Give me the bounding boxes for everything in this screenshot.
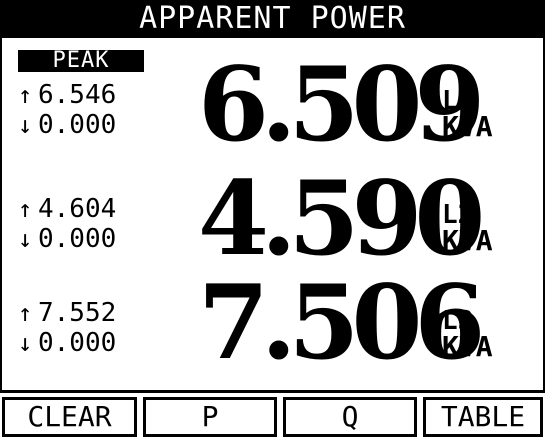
power-meter-screen: APPARENT POWER PEAK ↑ 6.546 ↓ 0.000 6.509 … xyxy=(0,0,545,443)
l1-value: 6.509 xyxy=(198,45,485,165)
arrow-down-icon: ↓ xyxy=(18,111,33,139)
l2-value: 4.590 xyxy=(198,159,485,279)
l1-min-row: ↓ 0.000 xyxy=(18,110,116,140)
l3-min-row: ↓ 0.000 xyxy=(18,328,116,358)
q-button[interactable]: Q xyxy=(283,397,417,437)
l3-unit-label: KVA xyxy=(442,330,493,363)
l1-min-value: 0.000 xyxy=(38,110,117,140)
l1-unit-label: KVA xyxy=(442,110,493,143)
table-button[interactable]: TABLE xyxy=(423,397,543,437)
screen-title: APPARENT POWER xyxy=(0,0,545,38)
l2-unit-label: KVA xyxy=(442,224,493,257)
arrow-up-icon: ↑ xyxy=(18,299,33,327)
arrow-down-icon: ↓ xyxy=(18,225,33,253)
l3-max-value: 7.552 xyxy=(38,298,117,328)
l3-min-value: 0.000 xyxy=(38,328,117,358)
l2-min-row: ↓ 0.000 xyxy=(18,224,116,254)
softkey-bar: CLEAR P Q TABLE xyxy=(0,393,545,443)
l1-max-value: 6.546 xyxy=(38,80,117,110)
arrow-up-icon: ↑ xyxy=(18,195,33,223)
l3-peak-values: ↑ 7.552 ↓ 0.000 xyxy=(18,298,116,358)
l1-peak-values: ↑ 6.546 ↓ 0.000 xyxy=(18,80,116,140)
l3-value: 7.506 xyxy=(198,263,485,383)
l2-unit-block: L2 KVA xyxy=(442,202,493,257)
peak-label: PEAK xyxy=(18,50,144,72)
l2-max-row: ↑ 4.604 xyxy=(18,194,116,224)
l2-peak-values: ↑ 4.604 ↓ 0.000 xyxy=(18,194,116,254)
l2-min-value: 0.000 xyxy=(38,224,117,254)
l3-unit-block: L3 KVA xyxy=(442,308,493,363)
arrow-down-icon: ↓ xyxy=(18,329,33,357)
l1-max-row: ↑ 6.546 xyxy=(18,80,116,110)
l2-max-value: 4.604 xyxy=(38,194,117,224)
l1-unit-block: L1 KVA xyxy=(442,88,493,143)
arrow-up-icon: ↑ xyxy=(18,81,33,109)
clear-button[interactable]: CLEAR xyxy=(2,397,137,437)
l3-max-row: ↑ 7.552 xyxy=(18,298,116,328)
p-button[interactable]: P xyxy=(143,397,277,437)
readings-panel: PEAK ↑ 6.546 ↓ 0.000 6.509 L1 KVA ↑ 4.604 ↓… xyxy=(0,38,545,393)
